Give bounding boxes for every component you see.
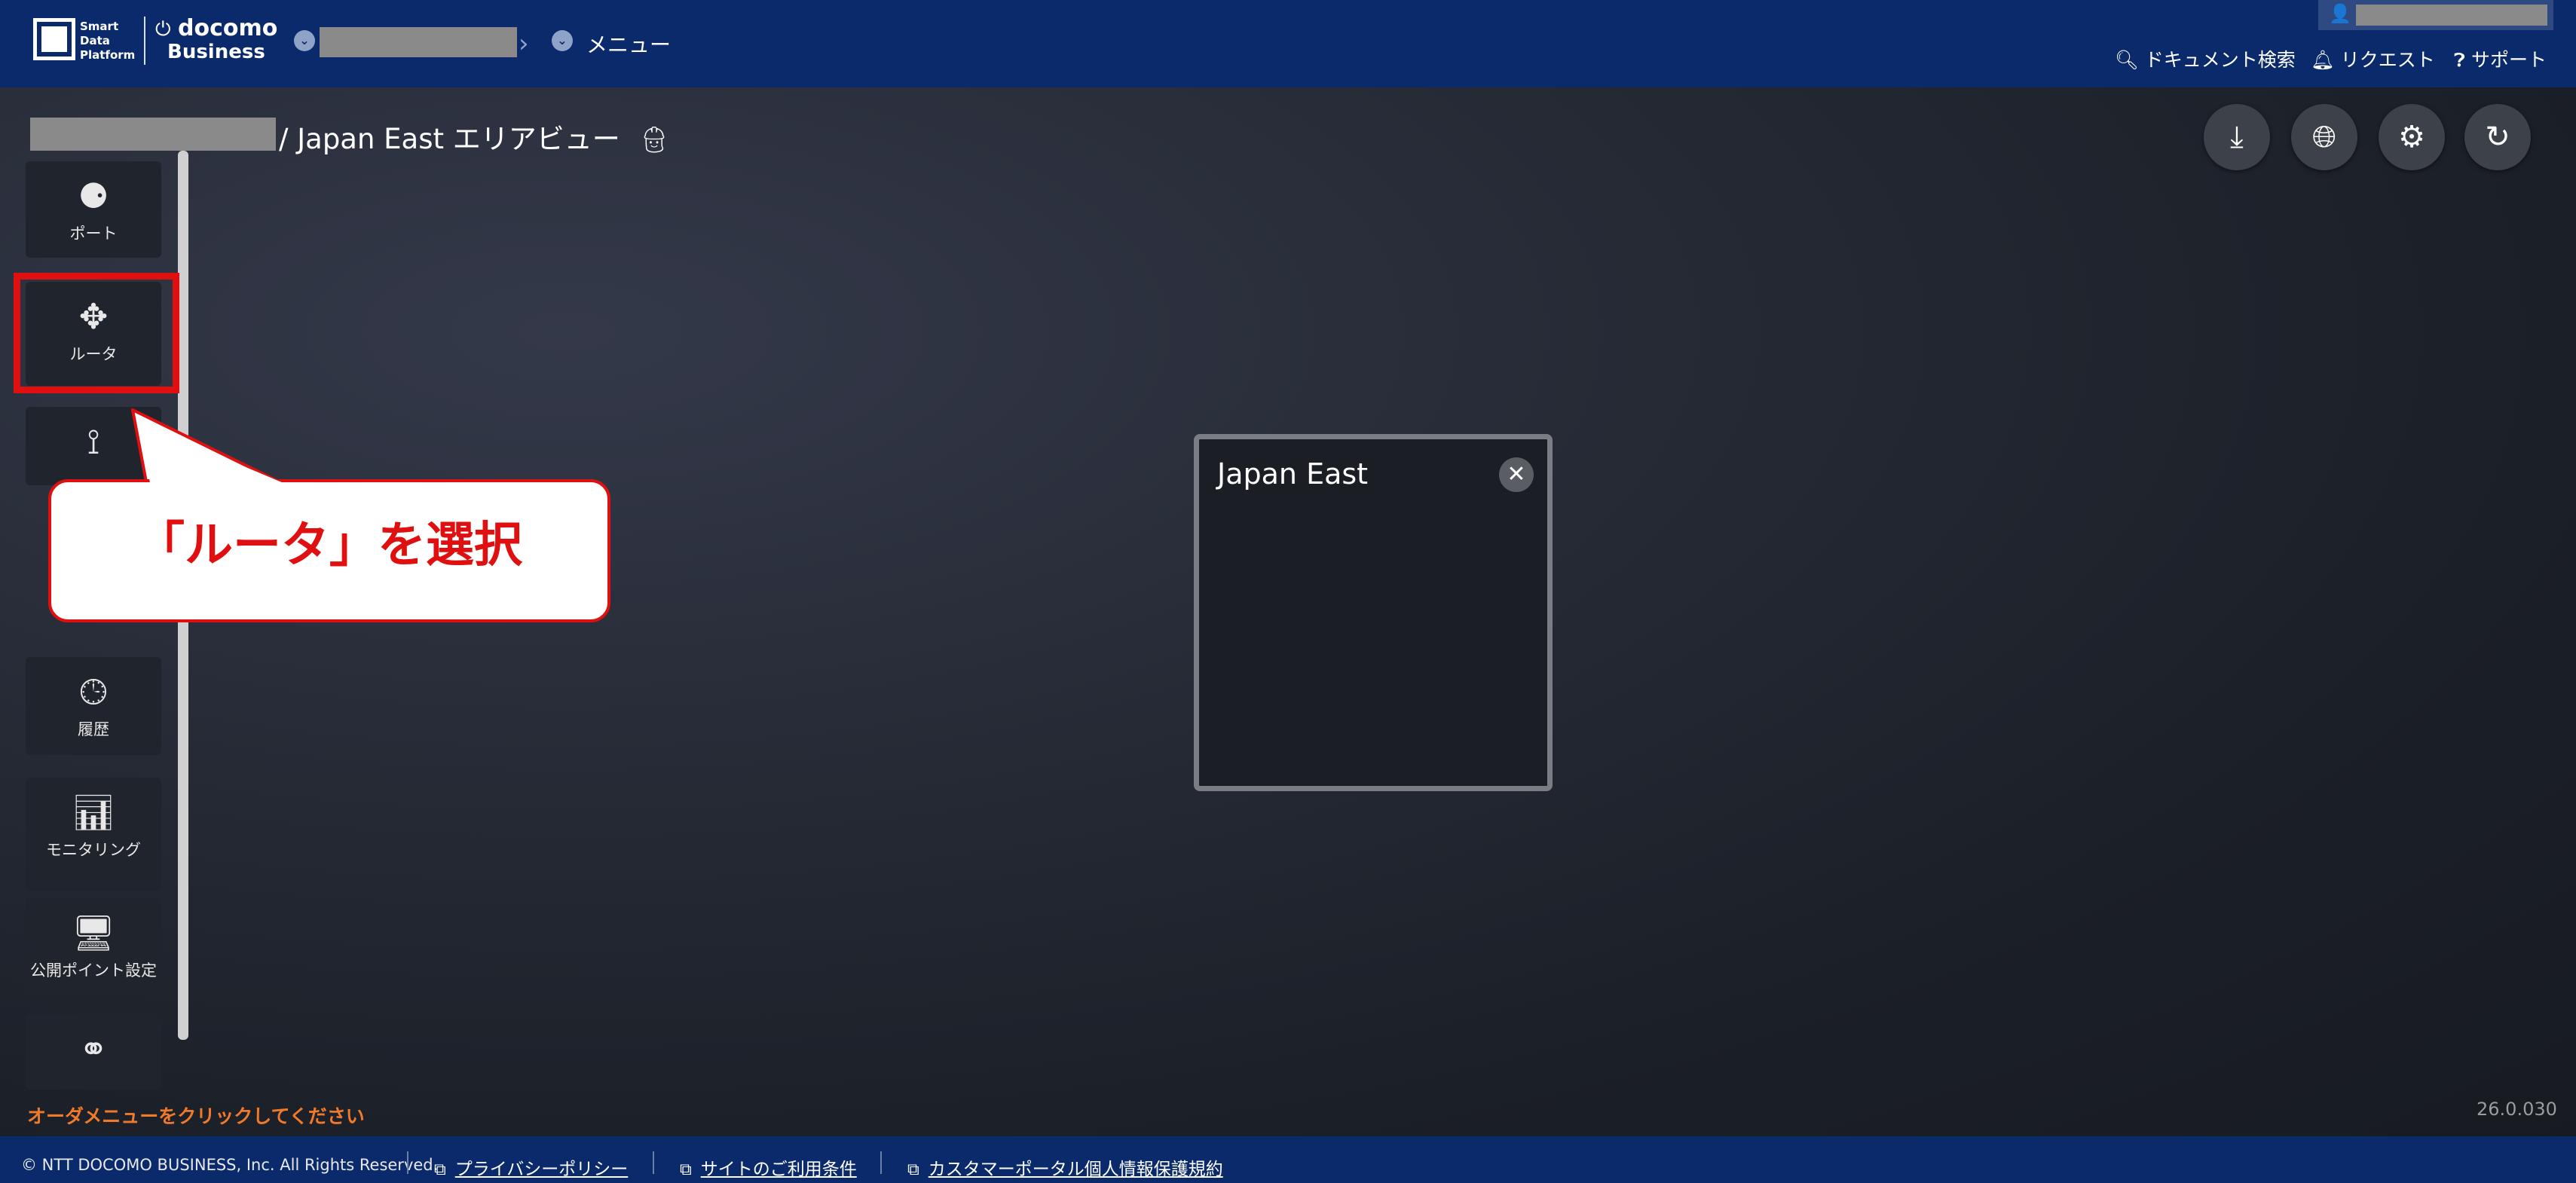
logo-line-3: Platform	[80, 48, 136, 62]
privacy-policy-link[interactable]: ⧉ プライバシーポリシー	[434, 1154, 628, 1180]
region-box-japan-east[interactable]: Japan East ✕	[1194, 434, 1553, 791]
bell-icon: 🔔︎	[2311, 49, 2335, 71]
help-icon: ❓︎	[2454, 49, 2466, 71]
sidebar-item-link[interactable]: ⚭	[26, 1014, 161, 1090]
copyright: © NTT DOCOMO BUSINESS, Inc. All Rights R…	[21, 1156, 439, 1174]
support-label: サポート	[2471, 49, 2547, 71]
globe-icon: 🌐︎	[2312, 120, 2336, 154]
footer-divider	[880, 1151, 882, 1174]
smart-data-platform-logo[interactable]	[33, 18, 75, 60]
refresh-button[interactable]: ↻	[2464, 104, 2531, 170]
external-link-icon: ⧉	[680, 1160, 692, 1179]
callout-text: 「ルータ」を選択	[136, 518, 522, 573]
chevron-right-icon: ›	[519, 29, 529, 59]
user-icon: 👤	[2329, 3, 2351, 24]
router-highlight-frame	[14, 273, 179, 393]
doc-search-label: ドキュメント検索	[2144, 49, 2296, 71]
logo-divider	[144, 17, 145, 65]
external-link-icon: ⧉	[434, 1160, 446, 1179]
chevron-down-icon[interactable]: ⌄	[552, 30, 573, 51]
sidebar-item-port[interactable]: ⚈ ポート	[26, 161, 161, 258]
customer-portal-privacy-label: カスタマーポータル個人情報保護規約	[928, 1160, 1223, 1179]
sidebar-item-monitoring[interactable]: 📊︎ モニタリング	[26, 778, 161, 891]
settings-button[interactable]: ⚙	[2379, 104, 2445, 170]
refresh-icon: ↻	[2485, 120, 2510, 154]
version-label: 26.0.030	[2477, 1099, 2557, 1120]
support-agent-icon: 👷︎	[638, 125, 671, 155]
download-button[interactable]: ⤓	[2204, 104, 2270, 170]
footer-divider	[407, 1151, 408, 1174]
connection-icon: ⟟	[87, 421, 100, 462]
history-icon: 🕒︎	[79, 671, 108, 712]
port-icon: ⚈	[78, 176, 109, 216]
logo-line-2: Data	[80, 34, 110, 47]
logo-text: Smart Data Platform	[80, 20, 135, 63]
user-account-box[interactable]: 👤	[2318, 0, 2553, 30]
footer-divider	[653, 1151, 654, 1174]
link-icon: ⚭	[78, 1029, 109, 1069]
page-title-text: / Japan East エリアビュー	[279, 123, 620, 155]
sidebar-item-label: ポート	[69, 225, 118, 243]
page-title: / Japan East エリアビュー 👷︎	[279, 116, 671, 157]
public-point-icon: 🖥︎	[71, 912, 116, 953]
docomo-brand: docomo	[178, 15, 278, 41]
monitoring-icon: 📊︎	[71, 792, 116, 833]
chevron-down-icon[interactable]: ⌄	[294, 30, 315, 51]
business-brand: Business	[167, 41, 265, 63]
redacted-tenant-name[interactable]	[320, 27, 517, 57]
docomo-power-icon: ⏻	[155, 18, 171, 41]
sidebar-item-label: モニタリング	[46, 841, 141, 859]
terms-of-use-link[interactable]: ⧉ サイトのご利用条件	[680, 1154, 857, 1180]
support-link[interactable]: ❓︎ サポート	[2454, 45, 2547, 72]
sidebar-item-public-point[interactable]: 🖥︎ 公開ポイント設定	[26, 898, 161, 996]
gear-icon: ⚙	[2398, 120, 2425, 154]
close-icon[interactable]: ✕	[1499, 457, 1534, 492]
customer-portal-privacy-link[interactable]: ⧉ カスタマーポータル個人情報保護規約	[907, 1154, 1223, 1180]
doc-search-link[interactable]: 🔍︎ ドキュメント検索	[2115, 45, 2296, 72]
sidebar-item-label: 履歴	[78, 720, 109, 738]
logo-line-1: Smart	[80, 20, 119, 33]
sidebar-item-history[interactable]: 🕒︎ 履歴	[26, 657, 161, 755]
region-title: Japan East	[1217, 457, 1369, 491]
search-icon: 🔍︎	[2115, 49, 2139, 71]
request-link[interactable]: 🔔︎ リクエスト	[2311, 45, 2435, 72]
sidebar-item-label: 公開ポイント設定	[30, 961, 157, 980]
sidebar-item-connection[interactable]: ⟟	[26, 407, 161, 485]
globe-button[interactable]: 🌐︎	[2291, 104, 2357, 170]
menu-button[interactable]: メニュー	[586, 29, 671, 59]
request-label: リクエスト	[2340, 49, 2435, 71]
order-hint: オーダメニューをクリックしてください	[27, 1105, 365, 1127]
privacy-policy-label: プライバシーポリシー	[454, 1160, 629, 1179]
redacted-breadcrumb	[30, 118, 276, 151]
download-icon: ⤓	[2230, 120, 2244, 154]
redacted-user-name	[2356, 5, 2547, 26]
terms-of-use-label: サイトのご利用条件	[700, 1160, 857, 1179]
external-link-icon: ⧉	[907, 1160, 919, 1179]
